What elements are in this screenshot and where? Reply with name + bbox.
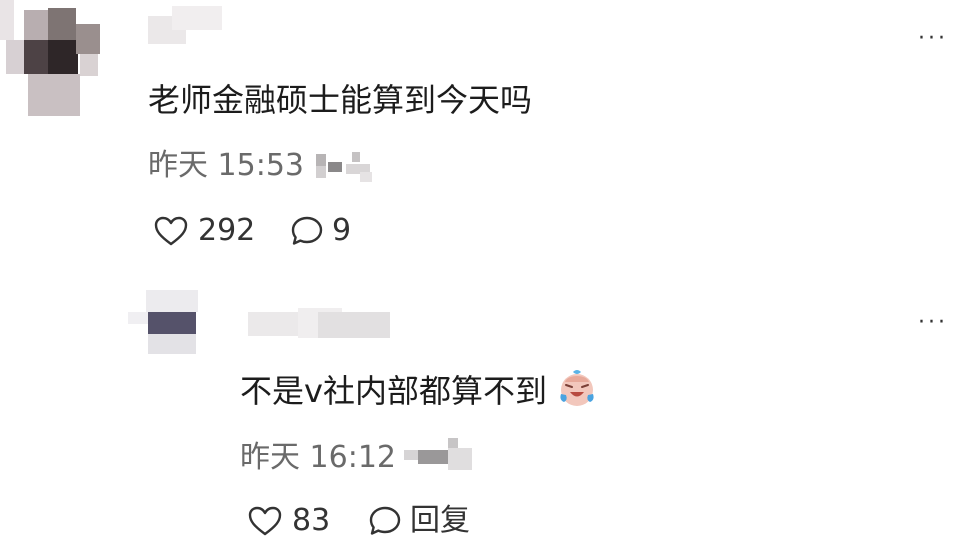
like-count: 292 [198,213,256,248]
like-count: 83 [292,503,331,538]
chat-bubble-icon [369,506,401,535]
reply-count: 9 [332,213,352,248]
reply-username-blurred[interactable] [248,308,390,340]
more-options-icon[interactable]: ··· [918,312,948,334]
reply-count-button[interactable]: 9 [290,213,351,249]
like-button[interactable]: 83 [248,503,330,539]
location-blurred [316,148,376,184]
reply-label: 回复 [410,503,470,538]
comment-text: 老师金融硕士能算到今天吗 [148,81,533,119]
username-blurred[interactable] [148,6,222,48]
heart-icon [154,216,188,246]
reply-avatar[interactable] [128,290,200,356]
reply-text-row: 不是v社内部都算不到 [240,368,597,411]
reply-button[interactable]: 回复 [368,503,470,539]
avatar[interactable] [0,0,100,118]
comment-timestamp: 昨天 15:53 [148,148,304,183]
like-button[interactable]: 292 [154,213,255,249]
heart-icon [248,506,282,536]
reply-location-blurred [404,434,476,474]
reply-timestamp: 昨天 16:12 [240,440,396,475]
reply-text: 不是v社内部都算不到 [240,372,547,410]
chat-bubble-icon [291,216,323,245]
more-options-icon[interactable]: ··· [918,28,948,50]
crying-laughing-face-icon [560,370,594,406]
